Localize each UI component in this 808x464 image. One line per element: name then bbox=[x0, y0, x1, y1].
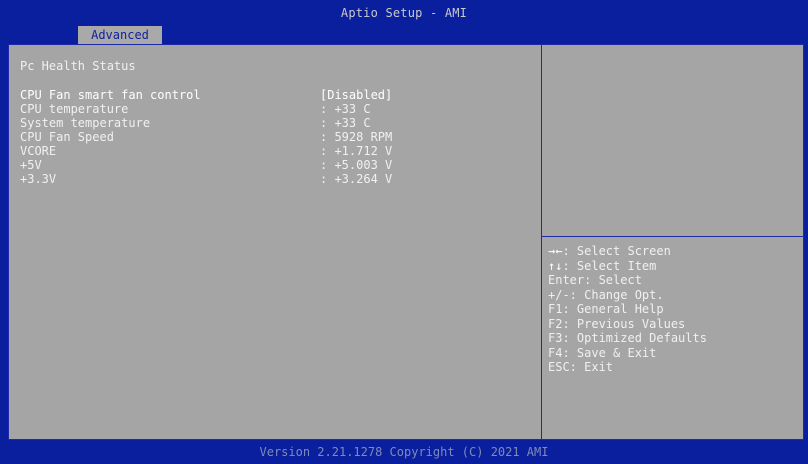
help-text: F3: Optimized Defaults bbox=[548, 331, 707, 345]
setting-label: VCORE bbox=[20, 144, 57, 158]
footer-version: Version 2.21.1278 Copyright (C) 2021 AMI bbox=[259, 445, 549, 459]
main-panel: Pc Health Status CPU Fan smart fan contr… bbox=[8, 44, 804, 440]
setting-label: CPU Fan smart fan control bbox=[20, 88, 201, 102]
help-line-change-opt: +/-: Change Opt. bbox=[548, 288, 798, 303]
help-text: : Select Item bbox=[562, 258, 657, 273]
help-line-esc: ESC: Exit bbox=[548, 360, 798, 375]
setting-row-system-temperature: System temperature : +33 C bbox=[20, 116, 530, 130]
help-line-f4: F4: Save & Exit bbox=[548, 346, 798, 361]
setting-value: : 5928 RPM bbox=[320, 130, 393, 144]
setting-label: CPU Fan Speed bbox=[20, 130, 114, 144]
help-text: F1: General Help bbox=[548, 302, 664, 316]
help-divider bbox=[541, 236, 804, 237]
arrows-left-right-icon: →← bbox=[548, 244, 563, 258]
setting-row-cpu-temperature: CPU temperature : +33 C bbox=[20, 102, 530, 116]
window-title: Aptio Setup - AMI bbox=[340, 6, 468, 20]
section-title: Pc Health Status bbox=[20, 59, 136, 73]
help-line-select-screen: →←: Select Screen bbox=[548, 244, 798, 259]
help-line-f3: F3: Optimized Defaults bbox=[548, 331, 798, 346]
setting-value: : +33 C bbox=[320, 116, 371, 130]
help-line-select-item: ↑↓: Select Item bbox=[548, 259, 798, 274]
setting-label: +3.3V bbox=[20, 172, 57, 186]
help-line-enter: Enter: Select bbox=[548, 273, 798, 288]
setting-value: : +5.003 V bbox=[320, 158, 393, 172]
tab-advanced[interactable]: Advanced bbox=[78, 26, 162, 44]
help-pane: →←: Select Screen ↑↓: Select Item Enter:… bbox=[548, 244, 798, 375]
setting-label: CPU temperature bbox=[20, 102, 129, 116]
setting-row-cpu-fan-speed: CPU Fan Speed : 5928 RPM bbox=[20, 130, 530, 144]
help-text: : Select Screen bbox=[562, 244, 671, 258]
help-text: F4: Save & Exit bbox=[548, 345, 657, 360]
setting-row-cpu-fan-smart-fan-control[interactable]: CPU Fan smart fan control [Disabled] bbox=[20, 88, 530, 102]
setting-value: : +33 C bbox=[320, 102, 371, 116]
help-text: +/-: Change Opt. bbox=[548, 287, 664, 302]
help-text: F2: Previous Values bbox=[548, 316, 686, 331]
setting-row-3v3: +3.3V : +3.264 V bbox=[20, 172, 530, 186]
setting-value: : +1.712 V bbox=[320, 144, 393, 158]
help-text: Enter: Select bbox=[548, 273, 642, 287]
setting-value[interactable]: [Disabled] bbox=[320, 88, 392, 102]
help-line-f2: F2: Previous Values bbox=[548, 317, 798, 332]
help-line-f1: F1: General Help bbox=[548, 302, 798, 317]
setting-label: +5V bbox=[20, 158, 42, 172]
help-text: ESC: Exit bbox=[548, 360, 614, 374]
setting-row-5v: +5V : +5.003 V bbox=[20, 158, 530, 172]
arrows-up-down-icon: ↑↓ bbox=[548, 258, 563, 273]
setting-label: System temperature bbox=[20, 116, 151, 130]
top-bar: Aptio Setup - AMI Advanced bbox=[0, 0, 808, 44]
vertical-divider bbox=[541, 44, 542, 440]
setting-value: : +3.264 V bbox=[320, 172, 393, 186]
setting-row-vcore: VCORE : +1.712 V bbox=[20, 144, 530, 158]
settings-pane: Pc Health Status CPU Fan smart fan contr… bbox=[20, 58, 530, 186]
